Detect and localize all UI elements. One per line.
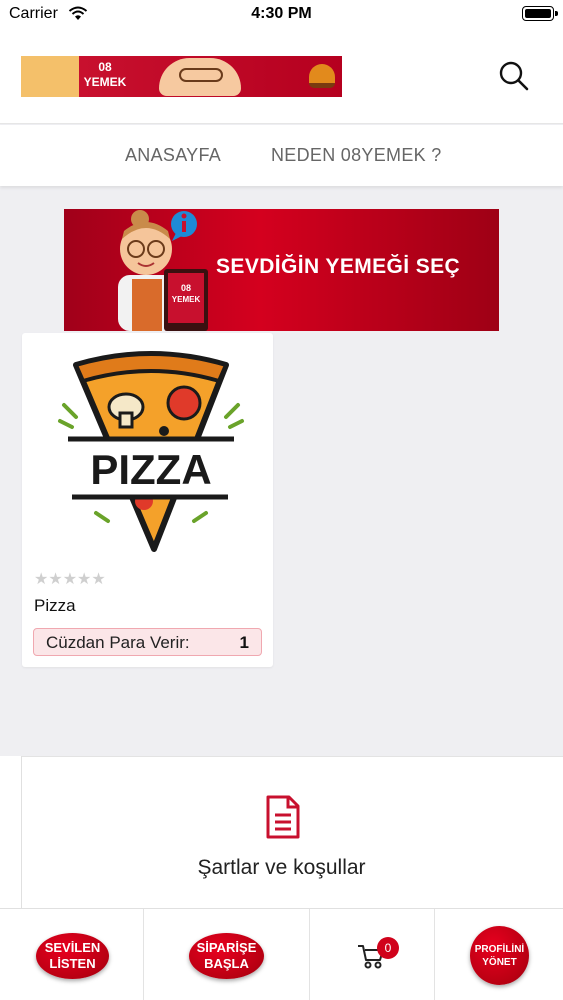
search-button[interactable] bbox=[496, 58, 532, 94]
granny-mascot-icon: 08 YEMEK bbox=[118, 210, 208, 331]
star-icon: ★ bbox=[34, 571, 49, 588]
star-icon: ★ bbox=[62, 571, 78, 588]
pizza-image-text: PIZZA bbox=[90, 446, 211, 493]
wallet-value: 1 bbox=[239, 633, 249, 652]
logo-text: 08 YEMEK bbox=[83, 60, 127, 89]
start-order-label: SİPARİŞE BAŞLA bbox=[196, 940, 257, 971]
tab-favorites[interactable]: SEVİLEN LİSTEN bbox=[0, 909, 143, 1000]
burger-icon bbox=[309, 64, 335, 88]
clock: 4:30 PM bbox=[251, 5, 312, 22]
bottom-tab-bar: SEVİLEN LİSTEN SİPARİŞE BAŞLA 0 PROFİLİN… bbox=[0, 908, 563, 1000]
pizza-image: PIZZA bbox=[58, 351, 244, 552]
banner-title: SEVDİĞİN YEMEĞİ SEÇ bbox=[216, 255, 461, 278]
terms-section[interactable]: Şartlar ve koşullar bbox=[22, 756, 563, 908]
star-icon: ★ bbox=[91, 571, 106, 588]
tab-home[interactable]: ANASAYFA bbox=[125, 145, 221, 166]
favorites-label: SEVİLEN LİSTEN bbox=[44, 940, 101, 971]
banner-badge-text-2: YEMEK bbox=[172, 295, 201, 304]
promo-banner[interactable]: 08 YEMEK SEVDİĞİN YEMEĞİ SEÇ bbox=[64, 209, 499, 331]
cart-count-badge: 0 bbox=[377, 937, 399, 959]
terms-side-panel bbox=[0, 756, 22, 908]
tab-cart[interactable]: 0 bbox=[310, 909, 434, 1000]
start-order-badge-icon: SİPARİŞE BAŞLA bbox=[189, 933, 264, 979]
app-logo[interactable]: 08 YEMEK bbox=[21, 56, 342, 97]
tab-profile[interactable]: PROFİLİNİ YÖNET bbox=[435, 909, 563, 1000]
search-icon bbox=[499, 61, 529, 91]
wallet-badge: Cüzdan Para Verir: 1 bbox=[33, 628, 262, 656]
star-icon: ★ bbox=[48, 571, 63, 588]
profile-badge-icon: PROFİLİNİ YÖNET bbox=[470, 926, 529, 985]
top-nav: ANASAYFA NEDEN 08YEMEK ? bbox=[0, 125, 563, 186]
battery-icon bbox=[522, 6, 558, 21]
profile-label: PROFİLİNİ YÖNET bbox=[474, 944, 525, 968]
status-bar: Carrier 4:30 PM bbox=[0, 0, 563, 28]
banner-badge-text-1: 08 bbox=[181, 283, 191, 293]
wallet-label: Cüzdan Para Verir: bbox=[46, 633, 190, 652]
tab-why-08yemek[interactable]: NEDEN 08YEMEK ? bbox=[271, 145, 442, 166]
favorites-badge-icon: SEVİLEN LİSTEN bbox=[36, 933, 109, 979]
document-icon bbox=[266, 795, 300, 839]
tab-start-order[interactable]: SİPARİŞE BAŞLA bbox=[144, 909, 309, 1000]
terms-label: Şartlar ve koşullar bbox=[197, 856, 366, 879]
rating-stars: ★★★★★ bbox=[34, 569, 106, 589]
app-header: 08 YEMEK bbox=[0, 28, 563, 124]
product-name: Pizza bbox=[34, 596, 76, 615]
glasses-icon bbox=[179, 68, 223, 82]
star-icon: ★ bbox=[77, 571, 92, 588]
product-card[interactable]: PIZZA ★★★★★ Pizza Cüzdan Para Verir: 1 bbox=[22, 333, 273, 667]
